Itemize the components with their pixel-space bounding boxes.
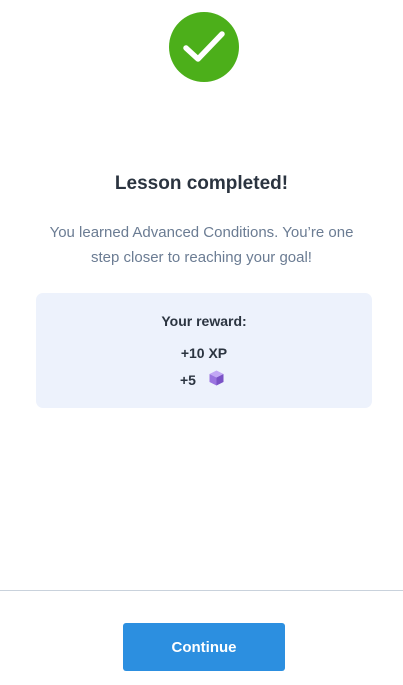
page-title: Lesson completed! (114, 173, 289, 194)
reward-panel: Your reward: +10 XP +5 (36, 293, 372, 408)
completion-message: You learned Advanced Conditions. You’re … (30, 220, 373, 270)
continue-button[interactable]: Continue (123, 623, 285, 671)
completion-message-line-2: step closer to reaching your goal! (91, 249, 312, 266)
checkmark-circle-icon (169, 12, 239, 82)
reward-bits: +5 (180, 370, 224, 389)
completion-message-line-1: You learned Advanced Conditions. You’re … (49, 224, 354, 241)
reward-label: Your reward: (161, 313, 247, 329)
reward-xp: +10 XP (180, 345, 228, 361)
purple-cube-icon (209, 370, 224, 389)
footer-divider (0, 590, 403, 591)
reward-bits-amount: +5 (180, 371, 196, 388)
